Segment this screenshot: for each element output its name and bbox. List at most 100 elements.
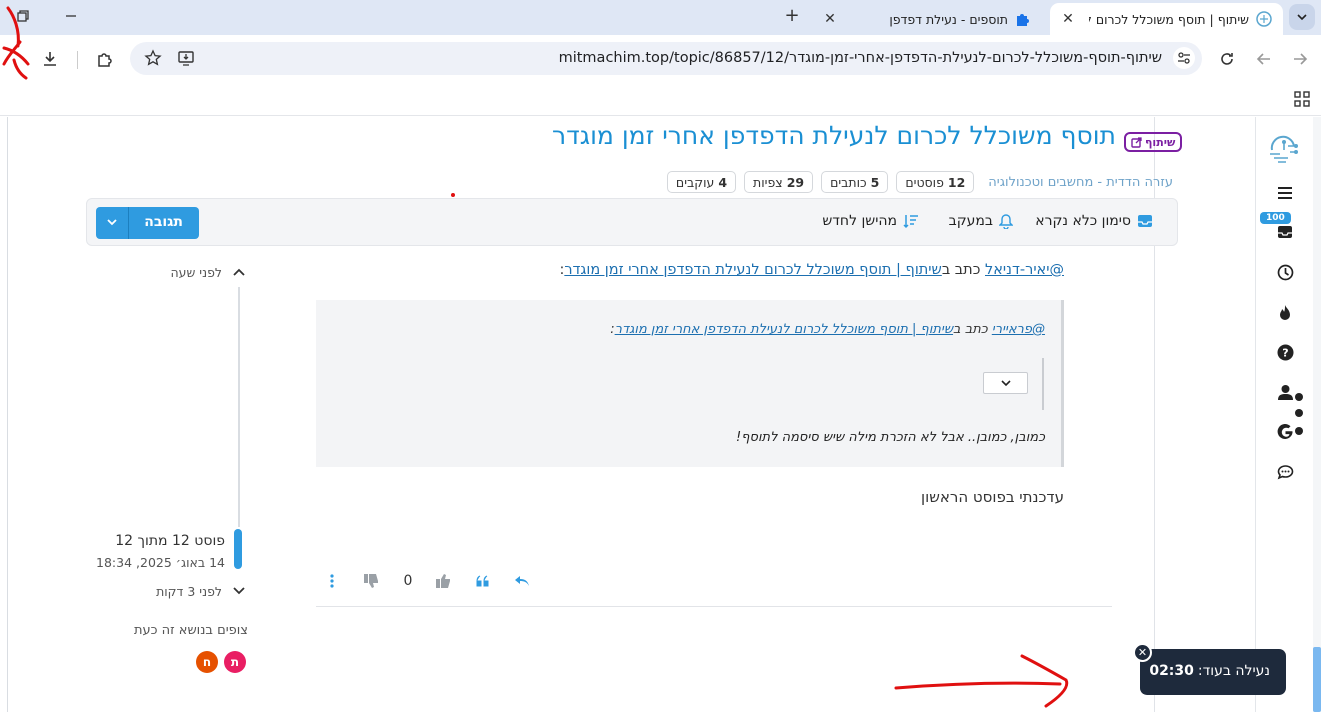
close-tab-icon[interactable]: ✕: [1060, 11, 1076, 27]
user-mention-link[interactable]: @יאיר-דניאל: [985, 262, 1064, 278]
close-toast-button[interactable]: ✕: [1133, 643, 1152, 662]
status-dot: [1295, 427, 1303, 435]
quote-icon[interactable]: [475, 569, 491, 593]
scrollbar-track[interactable]: [1313, 117, 1321, 712]
user-mention-link[interactable]: @פראיירי: [992, 322, 1045, 337]
menu-icon[interactable]: [1275, 183, 1295, 203]
vote-count: 0: [403, 573, 413, 589]
watchers-label: צופים בנושא זה כעת: [133, 623, 248, 638]
apps-grid-icon[interactable]: [1290, 87, 1314, 111]
close-tab-icon[interactable]: ✕: [822, 11, 838, 27]
post-separator: [316, 606, 1112, 607]
tab-extensions[interactable]: תוספים - נעילת דפדפן ✕: [812, 3, 1042, 35]
post-body: עדכנתי בפוסט הראשון: [921, 488, 1064, 506]
countdown-text: נעילה בעוד:02:30: [1149, 663, 1270, 679]
quoted-topic-link[interactable]: שיתוף | תוסף משוכלל לכרום לנעילת הדפדפן …: [564, 262, 941, 278]
inbox-icon: [1138, 215, 1152, 227]
puzzle-icon: [1014, 10, 1032, 28]
scrollbar-thumb[interactable]: [1313, 647, 1321, 712]
timeline-track: [238, 287, 240, 527]
downvote-icon[interactable]: [359, 569, 383, 593]
extensions-icon[interactable]: [93, 47, 117, 71]
toolbar-divider: [77, 51, 78, 69]
tab-title: תוספים - נעילת דפדפן: [889, 11, 1008, 27]
help-icon[interactable]: ?: [1275, 342, 1295, 362]
site-logo-icon: [1255, 10, 1273, 28]
reply-button[interactable]: תגובה: [96, 207, 199, 239]
page-content: תוסף משוכלל לכרום לנעילת הדפדפן אחרי זמן…: [0, 117, 1321, 712]
forward-arrow-icon[interactable]: [1288, 47, 1312, 71]
timeline-position: פוסט 12 מתוך 12: [115, 533, 225, 549]
tab-topic[interactable]: שיתוף | תוסף משוכלל לכרום לנעילת הדפדפן …: [1050, 3, 1283, 35]
countdown-time: 02:30: [1149, 663, 1194, 679]
google-icon[interactable]: [1275, 422, 1295, 442]
stat-views: 29 צפיות: [744, 171, 814, 193]
content-edge: [7, 117, 8, 712]
url-text: mitmachim.top/topic/86857/12/שיתוף-תוסף-…: [558, 50, 1162, 66]
users-icon[interactable]: [1275, 382, 1295, 402]
avatar[interactable]: ת: [224, 651, 246, 673]
stat-posters: 5 כותבים: [821, 171, 889, 193]
status-dot: [1295, 393, 1303, 401]
chevron-down-icon[interactable]: [105, 215, 119, 229]
tag-label: שיתוף: [1145, 135, 1176, 149]
download-icon[interactable]: [38, 47, 62, 71]
timeline-bottom-time: לפני 3 דקות: [156, 584, 222, 599]
bookmarks-bar: [0, 83, 1321, 116]
clock-icon[interactable]: [1275, 262, 1295, 282]
tab-strip: + תוספים - נעילת דפדפן ✕ שיתוף | תוסף מש…: [0, 0, 1321, 35]
tab-search-button[interactable]: [1289, 4, 1315, 30]
chat-icon[interactable]: [1275, 462, 1295, 482]
bookmark-star-icon[interactable]: [141, 46, 165, 70]
restore-window-icon[interactable]: [16, 8, 34, 24]
quote-header: @יאיר-דניאל כתב בשיתוף | תוסף משוכלל לכר…: [559, 262, 1064, 278]
blockquote: @פראיירי כתב בשיתוף | תוסף משוכלל לכרום …: [316, 300, 1064, 467]
bell-icon: [999, 213, 1013, 229]
quote-text: כמובן, כמובן.. אבל לא הזכרת מילה שיש סיס…: [736, 430, 1045, 445]
unread-icon[interactable]: [1275, 222, 1295, 242]
timeline-date: 14 באוג׳ 2025, 18:34: [96, 555, 225, 570]
share-icon: [1131, 136, 1142, 148]
timeline-top-time: לפני שעה: [170, 265, 222, 280]
reload-icon[interactable]: [1215, 47, 1239, 71]
chevron-down-icon: [1297, 14, 1307, 21]
more-options-icon[interactable]: [325, 569, 339, 593]
nav-sidebar: [1255, 117, 1313, 712]
site-settings-icon[interactable]: [1173, 47, 1195, 69]
quoted-topic-link[interactable]: שיתוף | תוסף משוכלל לכרום לנעילת הדפדפן …: [615, 322, 953, 337]
back-arrow-icon[interactable]: [1252, 47, 1276, 71]
browser-toolbar: mitmachim.top/topic/86857/12/שיתוף-תוסף-…: [0, 35, 1321, 83]
chevron-down-icon: [1000, 380, 1011, 387]
address-bar[interactable]: mitmachim.top/topic/86857/12/שיתוף-תוסף-…: [130, 42, 1202, 75]
site-logo-icon[interactable]: [1263, 129, 1303, 169]
category-link[interactable]: עזרה הדדית - מחשבים וטכנולוגיה: [988, 175, 1173, 190]
timeline-handle[interactable]: [234, 529, 242, 569]
upvote-icon[interactable]: [431, 569, 455, 593]
chevron-down-icon[interactable]: [231, 584, 247, 598]
stat-followers: 4 עוקבים: [666, 171, 737, 193]
mark-unread-button[interactable]: סימון כלא נקרא: [1035, 213, 1153, 229]
topic-tag-badge[interactable]: שיתוף: [1124, 132, 1183, 152]
topic-title: תוסף משוכלל לכרום לנעילת הדפדפן אחרי זמן…: [552, 121, 1116, 150]
unread-badge: 100: [1260, 212, 1291, 224]
chevron-up-icon[interactable]: [231, 265, 247, 279]
topic-action-bar: סימון כלא נקרא במעקב מהישן לחדש תגובה: [86, 198, 1178, 246]
reply-split: [128, 207, 129, 239]
topic-meta: עזרה הדדית - מחשבים וטכנולוגיה 12 פוסטים …: [666, 171, 1173, 193]
lock-countdown-toast: נעילה בעוד:02:30: [1140, 649, 1286, 695]
sort-icon: [903, 214, 918, 228]
watching-button[interactable]: במעקב: [949, 213, 1013, 229]
nested-quote-bar: [1042, 358, 1044, 410]
stat-posts: 12 פוסטים: [896, 171, 975, 193]
status-dot: [1295, 409, 1303, 417]
nested-quote-header: @פראיירי כתב בשיתוף | תוסף משוכלל לכרום …: [610, 322, 1045, 337]
sort-button[interactable]: מהישן לחדש: [822, 213, 919, 229]
minimize-window-icon[interactable]: [64, 8, 82, 24]
expand-quote-button[interactable]: [983, 372, 1028, 394]
reply-arrow-icon[interactable]: [513, 569, 531, 593]
svg-text:?: ?: [1282, 346, 1288, 359]
new-tab-button[interactable]: +: [782, 6, 802, 26]
avatar[interactable]: ח: [196, 651, 218, 673]
install-app-icon[interactable]: [174, 46, 198, 70]
fire-icon[interactable]: [1275, 302, 1295, 322]
